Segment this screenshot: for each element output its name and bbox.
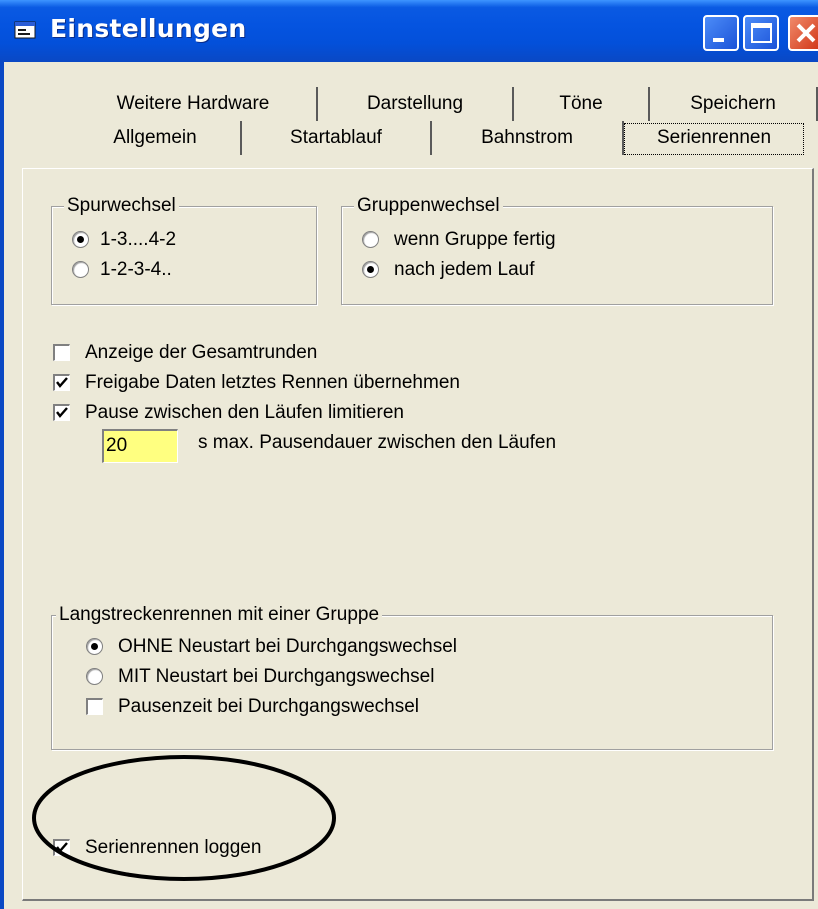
minimize-icon (713, 38, 724, 42)
langstrecke-group: Langstreckenrennen mit einer Gruppe OHNE… (51, 603, 773, 750)
app-icon (14, 21, 36, 39)
checkbox-box[interactable] (53, 344, 70, 361)
radio-label: MIT Neustart bei Durchgangswechsel (118, 666, 435, 687)
checkbox-label: Pausenzeit bei Durchgangswechsel (118, 696, 420, 717)
tab-weitere-hardware[interactable]: Weitere Hardware (70, 87, 318, 121)
checkmark-icon (56, 407, 68, 418)
spurwechsel-group: Spurwechsel 1-3....4-2 1-2-3-4.. (51, 194, 317, 305)
gruppenwechsel-legend: Gruppenwechsel (354, 194, 503, 218)
radio-indicator[interactable] (72, 261, 89, 278)
radio-label: wenn Gruppe fertig (394, 229, 556, 250)
checkbox-box[interactable] (53, 404, 70, 421)
maximize-icon (751, 23, 772, 43)
tab-speichern[interactable]: Speichern (650, 87, 818, 121)
tab-row-top: Weitere Hardware Darstellung Töne Speich… (18, 87, 818, 121)
settings-window: Einstellungen Weitere Hardware Darstellu… (0, 0, 818, 909)
radio-indicator[interactable] (86, 638, 103, 655)
langstrecke-legend: Langstreckenrennen mit einer Gruppe (56, 603, 383, 627)
tab-allgemein[interactable]: Allgemein (70, 121, 242, 155)
radio-label: OHNE Neustart bei Durchgangswechsel (118, 636, 457, 657)
radio-label: 1-2-3-4.. (100, 259, 172, 280)
spurwechsel-legend: Spurwechsel (64, 194, 179, 218)
radio-indicator[interactable] (72, 231, 89, 248)
checkbox-label: Pause zwischen den Läufen limitieren (85, 402, 404, 423)
window-title: Einstellungen (50, 14, 247, 43)
tab-serienrennen[interactable]: Serienrennen (624, 123, 804, 155)
close-button[interactable] (788, 15, 818, 51)
tab-bahnstrom[interactable]: Bahnstrom (432, 121, 624, 155)
radio-indicator[interactable] (362, 231, 379, 248)
checkbox-box[interactable] (53, 374, 70, 391)
radio-label: 1-3....4-2 (100, 229, 177, 250)
maximize-button[interactable] (743, 15, 779, 51)
tab-darstellung[interactable]: Darstellung (318, 87, 514, 121)
gruppenwechsel-group: Gruppenwechsel wenn Gruppe fertig nach j… (341, 194, 773, 305)
tab-toene[interactable]: Töne (514, 87, 650, 121)
tab-startablauf[interactable]: Startablauf (242, 121, 432, 155)
title-bar[interactable]: Einstellungen (0, 0, 818, 62)
radio-label: nach jedem Lauf (394, 259, 535, 280)
minimize-button[interactable] (703, 15, 739, 51)
highlight-ellipse (32, 755, 336, 881)
checkmark-icon (56, 377, 68, 388)
checkbox-label: Freigabe Daten letztes Rennen übernehmen (85, 372, 460, 393)
close-icon (796, 23, 816, 43)
checkbox-label: Anzeige der Gesamtrunden (85, 342, 318, 363)
pause-duration-input[interactable]: 20 (102, 429, 178, 463)
checkbox-box[interactable] (86, 698, 103, 715)
tab-row-bottom: Allgemein Startablauf Bahnstrom Serienre… (18, 121, 818, 155)
radio-indicator[interactable] (362, 261, 379, 278)
radio-indicator[interactable] (86, 668, 103, 685)
pause-duration-hint: s max. Pausendauer zwischen den Läufen (198, 432, 557, 453)
